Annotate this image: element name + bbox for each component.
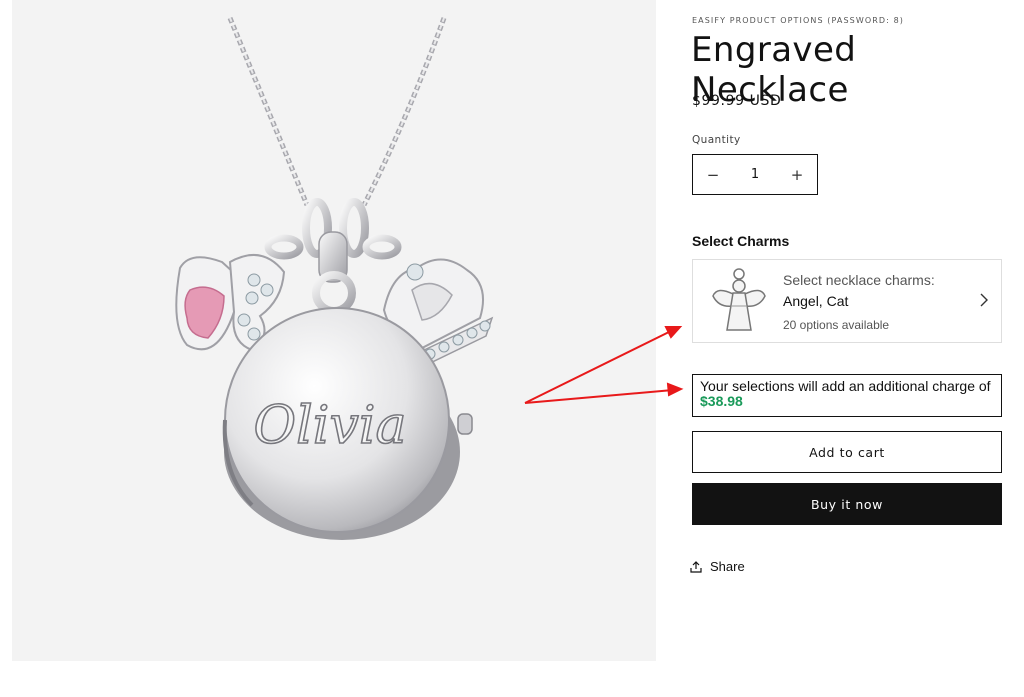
additional-charge-notice: Your selections will add an additional c… bbox=[692, 374, 1002, 417]
engraving-text: Olivia bbox=[254, 396, 407, 456]
share-icon bbox=[690, 560, 702, 573]
quantity-decrease-button[interactable]: − bbox=[693, 155, 733, 194]
additional-charge-text: Your selections will add an additional c… bbox=[700, 378, 991, 394]
necklace-pendant-illustration: Olivia bbox=[175, 17, 494, 540]
buy-it-now-button[interactable]: Buy it now bbox=[692, 483, 1002, 525]
quantity-increase-button[interactable]: + bbox=[777, 155, 817, 194]
angel-charm-icon bbox=[712, 268, 766, 331]
charm-prompt: Select necklace charms: bbox=[783, 272, 935, 288]
charm-selector[interactable]: Select necklace charms: Angel, Cat 20 op… bbox=[692, 259, 1002, 343]
quantity-stepper: − + bbox=[692, 154, 818, 195]
product-vendor: EASIFY PRODUCT OPTIONS (PASSWORD: 8) bbox=[692, 16, 905, 25]
quantity-label: Quantity bbox=[692, 134, 741, 146]
charm-options-count: 20 options available bbox=[783, 318, 890, 332]
add-to-cart-button[interactable]: Add to cart bbox=[692, 431, 1002, 473]
quantity-input[interactable] bbox=[733, 167, 777, 182]
additional-charge-amount: $38.98 bbox=[700, 393, 743, 409]
charm-selected-values: Angel, Cat bbox=[783, 293, 849, 309]
chevron-right-icon bbox=[980, 293, 988, 307]
share-label: Share bbox=[710, 559, 745, 574]
share-button[interactable]: Share bbox=[690, 559, 745, 574]
select-charms-heading: Select Charms bbox=[692, 233, 790, 249]
product-price: $99.99 USD bbox=[692, 93, 782, 109]
product-image: Olivia bbox=[12, 0, 656, 661]
